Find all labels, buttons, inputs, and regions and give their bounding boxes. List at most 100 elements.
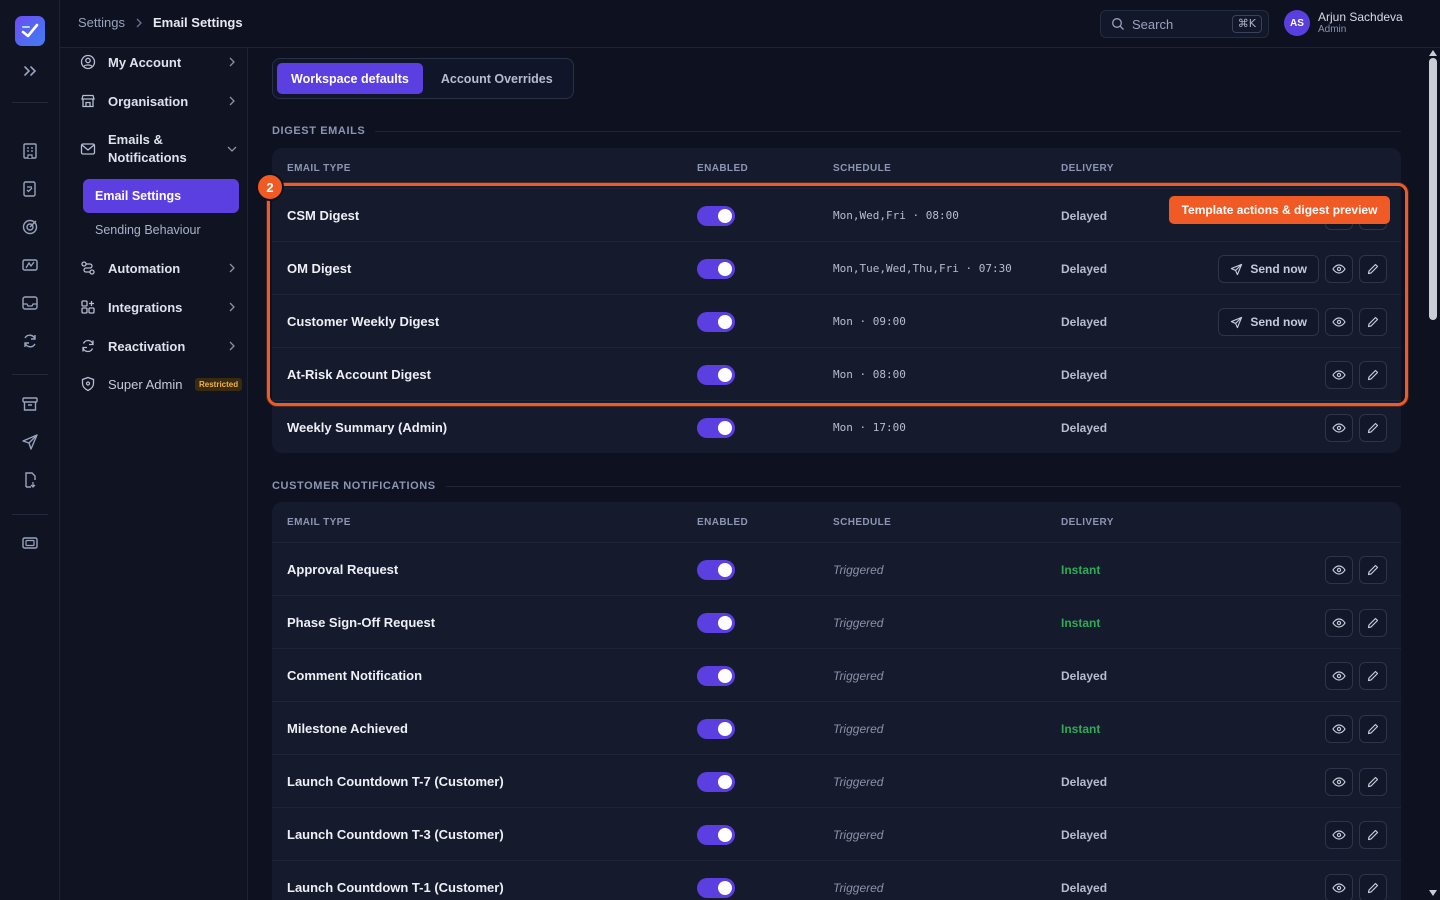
edit-button[interactable]	[1359, 609, 1387, 637]
enabled-toggle[interactable]	[697, 719, 735, 739]
preview-button[interactable]	[1325, 768, 1353, 796]
target-icon[interactable]	[20, 217, 40, 237]
send-icon	[1231, 263, 1243, 275]
preview-button[interactable]	[1325, 414, 1353, 442]
send-icon[interactable]	[20, 432, 40, 452]
schedule-value: Triggered	[833, 616, 884, 630]
sidebar-subitem-email-settings[interactable]: Email Settings	[83, 179, 239, 213]
edit-button[interactable]	[1359, 715, 1387, 743]
rail-divider	[12, 514, 48, 515]
expand-sidebar-icon[interactable]	[20, 61, 40, 81]
eye-icon	[1332, 423, 1346, 433]
delivery-value: Delayed	[1061, 828, 1108, 842]
email-type-name: Customer Weekly Digest	[287, 314, 440, 329]
section-title: CUSTOMER NOTIFICATIONS	[272, 480, 436, 492]
send-now-button[interactable]: Send now	[1218, 255, 1319, 283]
app-logo-icon[interactable]	[15, 16, 45, 46]
sidebar-item-label: Integrations	[108, 299, 183, 315]
tab-workspace-defaults[interactable]: Workspace defaults	[277, 63, 423, 94]
enabled-toggle[interactable]	[697, 365, 735, 385]
digest-table: EMAIL TYPE ENABLED SCHEDULE DELIVERY CSM…	[272, 148, 1401, 453]
eye-icon	[1332, 264, 1346, 274]
sidebar-item-integrations[interactable]: Integrations	[80, 299, 240, 315]
table-row: Weekly Summary (Admin) Mon · 17:00 Delay…	[272, 400, 1401, 453]
breadcrumb-settings[interactable]: Settings	[78, 15, 125, 30]
billing-icon[interactable]	[20, 533, 40, 553]
eye-icon	[1332, 618, 1346, 628]
user-name: Arjun Sachdeva	[1318, 10, 1403, 24]
edit-button[interactable]	[1359, 662, 1387, 690]
scrollbar-thumb[interactable]	[1429, 58, 1437, 320]
sync-icon[interactable]	[20, 331, 40, 351]
email-type-name: Launch Countdown T-7 (Customer)	[287, 774, 504, 789]
preview-button[interactable]	[1325, 662, 1353, 690]
tasks-icon[interactable]	[20, 179, 40, 199]
edit-button[interactable]	[1359, 821, 1387, 849]
preview-button[interactable]	[1325, 308, 1353, 336]
enabled-toggle[interactable]	[697, 418, 735, 438]
scrollbar[interactable]	[1426, 48, 1440, 900]
settings-sidebar: My Account Organisation Emails & Notific…	[60, 48, 248, 900]
enabled-toggle[interactable]	[697, 259, 735, 279]
enabled-toggle[interactable]	[697, 666, 735, 686]
sidebar-item-label: Super Admin	[108, 376, 183, 392]
delivery-value: Instant	[1061, 563, 1101, 577]
column-header-type: EMAIL TYPE	[287, 163, 351, 174]
enabled-toggle[interactable]	[697, 560, 735, 580]
send-now-button[interactable]: Send now	[1218, 308, 1319, 336]
schedule-value: Triggered	[833, 775, 884, 789]
edit-button[interactable]	[1359, 556, 1387, 584]
sidebar-item-emails-notifications[interactable]: Emails & Notifications	[80, 131, 240, 167]
edit-button[interactable]	[1359, 874, 1387, 900]
email-type-name: At-Risk Account Digest	[287, 367, 431, 382]
sidebar-item-label: Reactivation	[108, 338, 186, 354]
tab-account-overrides[interactable]: Account Overrides	[427, 63, 567, 94]
preview-button[interactable]	[1325, 874, 1353, 900]
email-type-name: CSM Digest	[287, 208, 360, 223]
preview-button[interactable]	[1325, 821, 1353, 849]
edit-button[interactable]	[1359, 768, 1387, 796]
archive-icon[interactable]	[20, 394, 40, 414]
rocket-icon[interactable]	[20, 255, 40, 275]
preview-button[interactable]	[1325, 255, 1353, 283]
row-actions: Send now	[1218, 255, 1387, 283]
column-header-enabled: ENABLED	[697, 163, 749, 174]
inbox-icon[interactable]	[20, 293, 40, 313]
enabled-toggle[interactable]	[697, 878, 735, 898]
chevron-right-icon	[136, 18, 142, 27]
search-input[interactable]: Search ⌘K	[1100, 10, 1269, 38]
sidebar-item-my-account[interactable]: My Account	[80, 54, 240, 70]
enabled-toggle[interactable]	[697, 825, 735, 845]
scroll-up-arrow[interactable]	[1429, 50, 1437, 56]
preview-button[interactable]	[1325, 609, 1353, 637]
chevron-right-icon	[229, 96, 235, 106]
preview-button[interactable]	[1325, 715, 1353, 743]
scroll-down-arrow[interactable]	[1429, 890, 1437, 896]
enabled-toggle[interactable]	[697, 613, 735, 633]
preview-button[interactable]	[1325, 556, 1353, 584]
schedule-value: Mon,Tue,Wed,Thu,Fri · 07:30	[833, 262, 1012, 275]
section-divider	[445, 485, 1401, 487]
table-row: At-Risk Account Digest Mon · 08:00 Delay…	[272, 347, 1401, 400]
edit-button[interactable]	[1359, 255, 1387, 283]
avatar[interactable]: AS	[1284, 10, 1310, 36]
preview-button[interactable]	[1325, 361, 1353, 389]
row-actions	[1325, 662, 1387, 690]
enabled-toggle[interactable]	[697, 206, 735, 226]
user-menu[interactable]: AS Arjun Sachdeva Admin	[1284, 10, 1403, 36]
sidebar-item-organisation[interactable]: Organisation	[80, 93, 240, 109]
table-header: EMAIL TYPE ENABLED SCHEDULE DELIVERY	[272, 148, 1401, 188]
accounts-icon[interactable]	[20, 141, 40, 161]
edit-button[interactable]	[1359, 308, 1387, 336]
pencil-icon	[1367, 422, 1379, 434]
schedule-value: Triggered	[833, 881, 884, 895]
sidebar-item-reactivation[interactable]: Reactivation	[80, 338, 240, 354]
enabled-toggle[interactable]	[697, 772, 735, 792]
pencil-icon	[1367, 369, 1379, 381]
sidebar-subitem-sending-behaviour[interactable]: Sending Behaviour	[95, 223, 201, 237]
edit-button[interactable]	[1359, 414, 1387, 442]
edit-button[interactable]	[1359, 361, 1387, 389]
enabled-toggle[interactable]	[697, 312, 735, 332]
document-export-icon[interactable]	[20, 470, 40, 490]
sidebar-item-automation[interactable]: Automation	[80, 260, 240, 276]
